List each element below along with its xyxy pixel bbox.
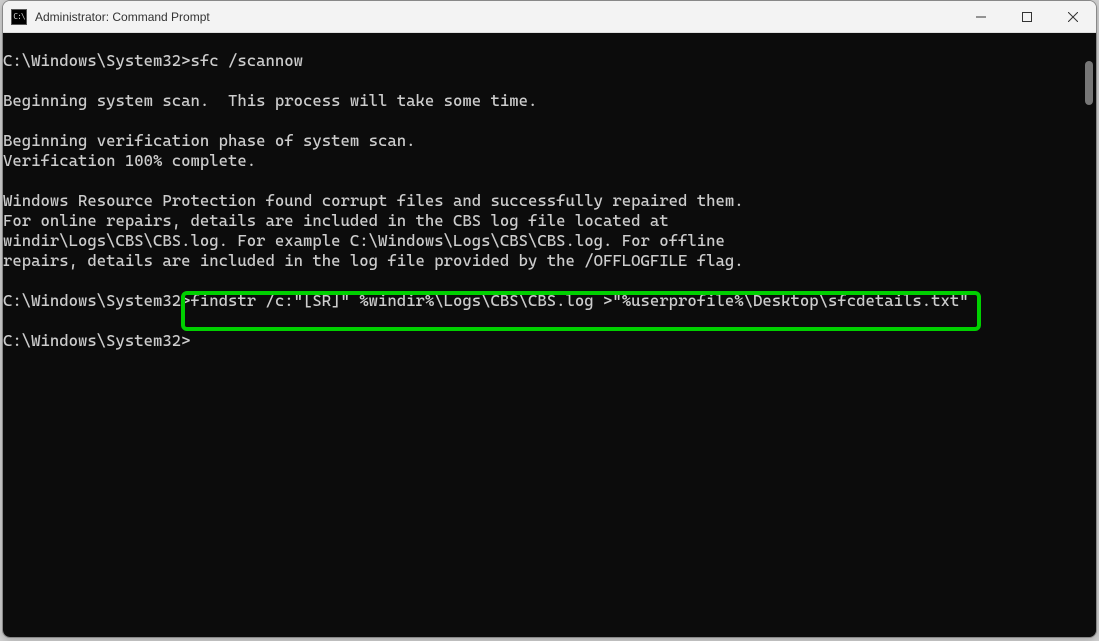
titlebar-left: C:\ Administrator: Command Prompt [11,9,210,25]
command-text: sfc /scannow [191,51,304,70]
vertical-scrollbar[interactable] [1080,33,1096,637]
minimize-icon [976,12,986,22]
titlebar[interactable]: C:\ Administrator: Command Prompt [3,1,1096,33]
output-line: For online repairs, details are included… [3,211,669,230]
close-icon [1068,12,1078,22]
output-line: Verification 100% complete. [3,151,256,170]
output-line: windir\Logs\CBS\CBS.log. For example C:\… [3,231,725,250]
prompt: C:\Windows\System32> [3,51,191,70]
window-title: Administrator: Command Prompt [35,10,210,24]
maximize-icon [1022,12,1032,22]
terminal-container: C:\Windows\System32>sfc /scannow Beginni… [3,33,1096,637]
cmd-icon: C:\ [11,9,27,25]
prompt: C:\Windows\System32> [3,291,191,310]
maximize-button[interactable] [1004,1,1050,32]
window-controls [958,1,1096,32]
minimize-button[interactable] [958,1,1004,32]
terminal-output[interactable]: C:\Windows\System32>sfc /scannow Beginni… [3,33,1096,637]
scroll-thumb[interactable] [1085,61,1093,105]
prompt: C:\Windows\System32> [3,331,191,350]
output-line: repairs, details are included in the log… [3,251,744,270]
command-prompt-window: C:\ Administrator: Command Prompt C:\Win… [2,0,1097,638]
output-line: Beginning system scan. This process will… [3,91,537,110]
command-text: findstr /c:"[SR]" %windir%\Logs\CBS\CBS.… [191,291,969,310]
output-line: Windows Resource Protection found corrup… [3,191,744,210]
close-button[interactable] [1050,1,1096,32]
output-line: Beginning verification phase of system s… [3,131,416,150]
